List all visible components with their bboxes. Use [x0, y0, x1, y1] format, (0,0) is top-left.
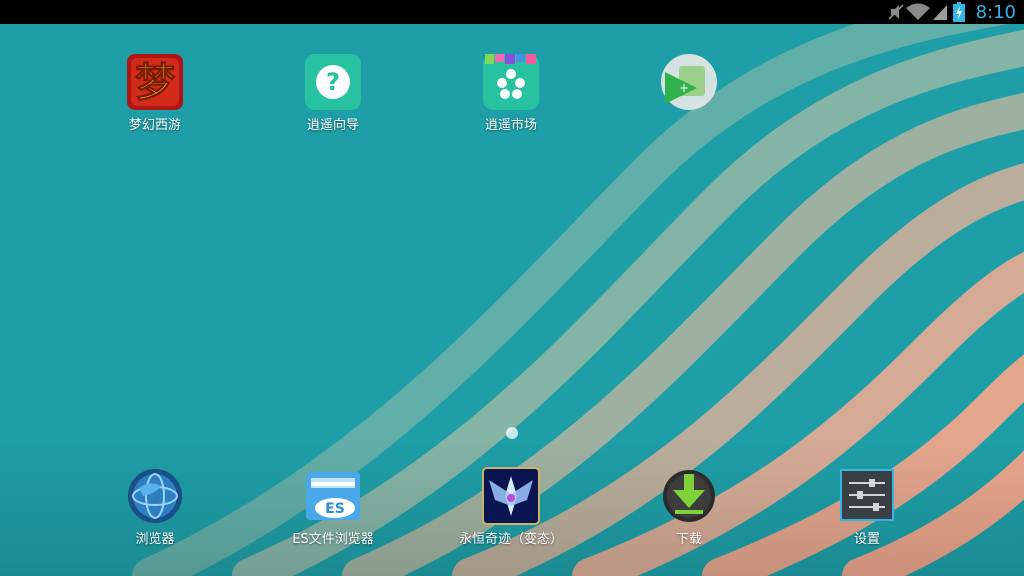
game-center-icon: + — [659, 52, 719, 112]
app-label: 逍遥市场 — [484, 118, 537, 133]
wifi-icon — [906, 3, 930, 20]
app-game-center[interactable]: + — [619, 52, 759, 118]
app-label: 设置 — [853, 532, 880, 547]
app-download[interactable]: 下载 — [619, 466, 759, 548]
svg-text:+: + — [679, 81, 689, 95]
app-label: ES文件浏览器 — [292, 532, 374, 547]
signal-icon — [933, 5, 947, 20]
page-indicator — [506, 427, 518, 439]
app-xiaoyao-guide[interactable]: ? 逍遥向导 — [263, 52, 403, 134]
svg-text:梦: 梦 — [135, 60, 175, 106]
browser-globe-icon — [125, 466, 185, 526]
menghuanxiyou-game-icon: 梦 — [125, 52, 185, 112]
app-label: 浏览器 — [135, 532, 175, 547]
app-es-file-explorer[interactable]: ES ES文件浏览器 — [263, 466, 403, 548]
status-bar-clock: 8:10 — [975, 2, 1016, 23]
mute-icon — [888, 4, 904, 20]
market-icon — [481, 52, 541, 112]
app-xiaoyao-market[interactable]: 逍遥市场 — [441, 52, 581, 134]
status-bar: 8:10 — [0, 0, 1024, 24]
svg-text:?: ? — [326, 68, 340, 96]
download-icon — [659, 466, 719, 526]
svg-text:ES: ES — [325, 501, 345, 517]
eternal-miracle-game-icon — [481, 466, 541, 526]
battery-charging-icon — [953, 2, 965, 22]
app-browser[interactable]: 浏览器 — [85, 466, 225, 548]
app-label: 梦幻西游 — [128, 118, 181, 133]
app-eternal-miracle[interactable]: 永恒奇迹（变态） — [441, 466, 581, 548]
app-label: 下载 — [675, 532, 702, 547]
app-label: 逍遥向导 — [306, 118, 359, 133]
settings-icon — [837, 466, 897, 526]
app-settings[interactable]: 设置 — [797, 466, 937, 548]
help-guide-icon: ? — [303, 52, 363, 112]
es-file-explorer-icon: ES — [303, 466, 363, 526]
app-label: 永恒奇迹（变态） — [458, 532, 563, 547]
app-menghuanxiyou[interactable]: 梦 梦幻西游 — [85, 52, 225, 134]
